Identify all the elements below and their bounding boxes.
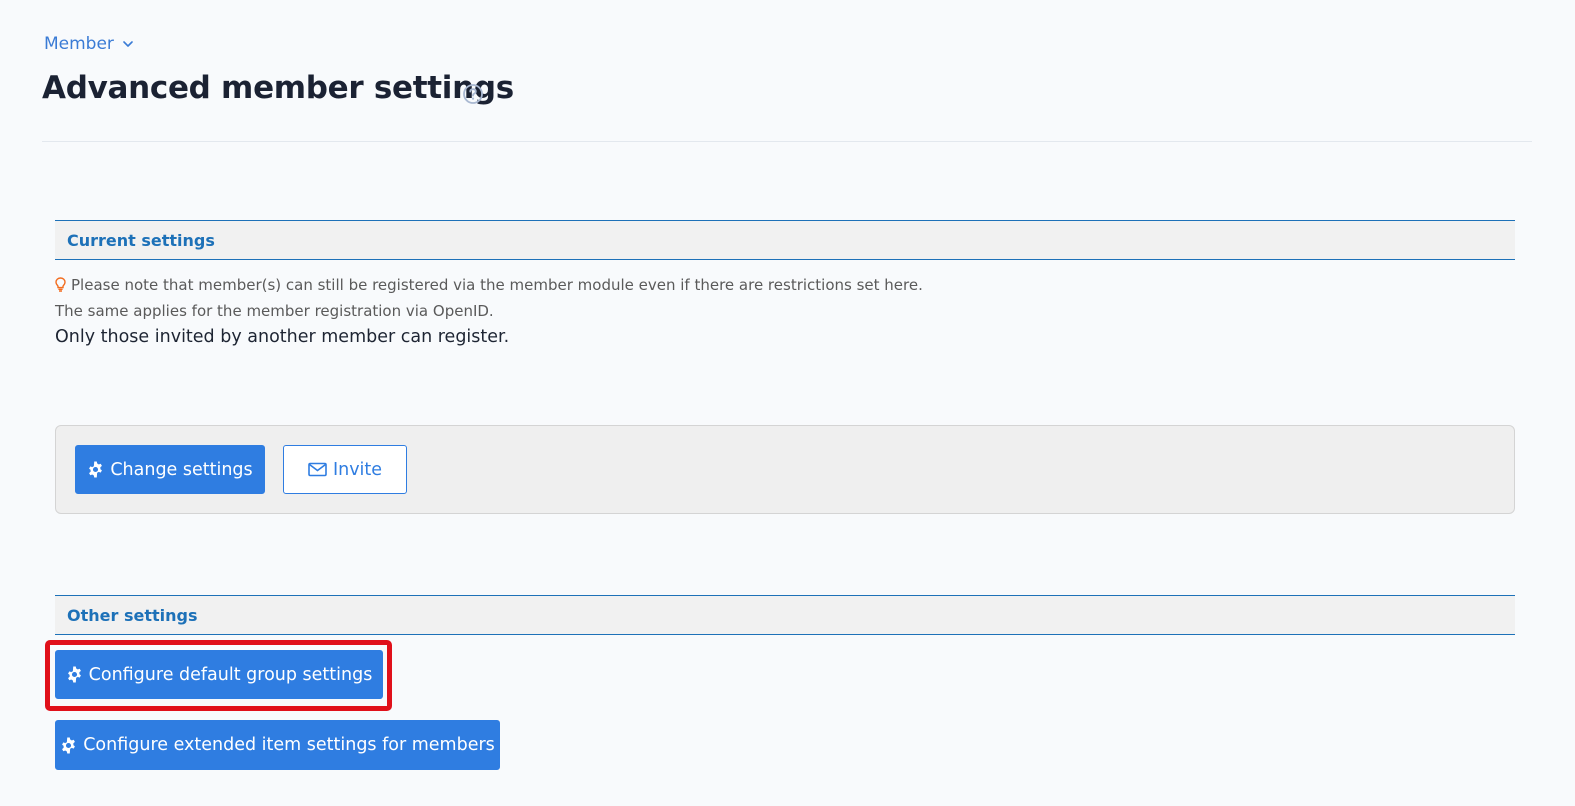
page-title: Advanced member settings — [42, 70, 514, 106]
change-settings-label: Change settings — [110, 459, 253, 480]
invite-button[interactable]: Invite — [283, 445, 407, 494]
other-settings-header: Other settings — [55, 595, 1515, 635]
current-settings-title: Current settings — [67, 231, 215, 250]
lightbulb-icon — [55, 277, 66, 292]
gear-icon — [62, 737, 76, 753]
chevron-down-icon[interactable] — [122, 38, 134, 50]
other-settings-title: Other settings — [67, 606, 198, 625]
current-settings-header: Current settings — [55, 220, 1515, 260]
configure-extended-items-button[interactable]: Configure extended item settings for mem… — [55, 720, 500, 770]
envelope-icon — [308, 462, 327, 477]
action-panel: Change settings Invite — [55, 425, 1515, 514]
invite-label: Invite — [332, 459, 383, 480]
breadcrumb[interactable]: Member — [44, 34, 134, 54]
gear-icon — [89, 461, 103, 478]
help-circle-icon[interactable] — [462, 83, 484, 105]
breadcrumb-member-label[interactable]: Member — [44, 34, 114, 54]
highlight-box — [45, 640, 392, 711]
openid-note: The same applies for the member registra… — [55, 302, 494, 320]
registration-status: Only those invited by another member can… — [55, 327, 510, 347]
restriction-note-text: Please note that member(s) can still be … — [71, 276, 923, 294]
restriction-note: Please note that member(s) can still be … — [55, 276, 923, 294]
configure-extended-items-label: Configure extended item settings for mem… — [83, 735, 495, 755]
change-settings-button[interactable]: Change settings — [75, 445, 265, 494]
title-divider — [42, 141, 1532, 142]
